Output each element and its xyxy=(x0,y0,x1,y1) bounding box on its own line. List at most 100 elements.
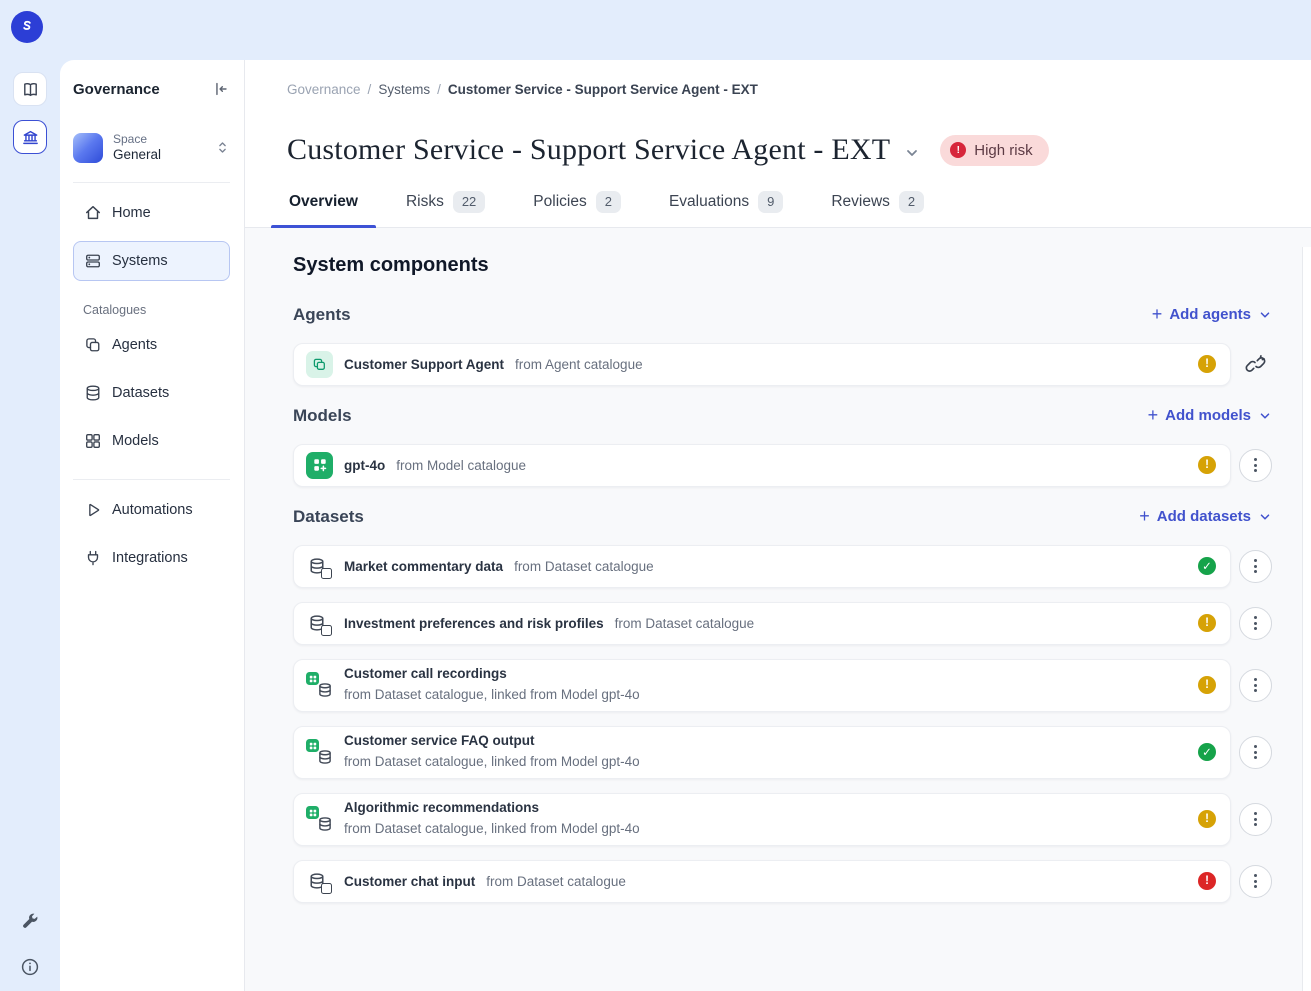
dataset-row: Investment preferences and risk profiles… xyxy=(293,602,1272,645)
divider xyxy=(73,182,230,183)
add-models-label: Add models xyxy=(1165,407,1251,424)
add-models-button[interactable]: + Add models xyxy=(1148,407,1272,424)
breadcrumb-separator: / xyxy=(437,82,441,97)
tab-overview[interactable]: Overview xyxy=(287,191,360,227)
model-card[interactable]: gpt-4o from Model catalogue xyxy=(293,444,1231,487)
sidebar-item-datasets[interactable]: Datasets xyxy=(73,373,230,413)
row-menu-button[interactable] xyxy=(1239,803,1272,836)
tab-reviews[interactable]: Reviews 2 xyxy=(829,191,926,227)
add-agents-label: Add agents xyxy=(1169,306,1251,323)
add-agents-button[interactable]: + Add agents xyxy=(1152,306,1272,323)
dataset-linked-icon xyxy=(306,739,333,765)
status-badge xyxy=(1198,557,1216,575)
content-area: System components Agents + Add agents xyxy=(245,228,1311,991)
agent-card[interactable]: Customer Support Agent from Agent catalo… xyxy=(293,343,1231,386)
app-logo[interactable] xyxy=(11,11,43,43)
dataset-row: Market commentary data from Dataset cata… xyxy=(293,545,1272,588)
dataset-card[interactable]: Customer chat input from Dataset catalog… xyxy=(293,860,1231,903)
risk-alert-icon: ! xyxy=(950,142,966,158)
tools-icon[interactable] xyxy=(20,911,40,931)
nav-label: Agents xyxy=(112,337,157,353)
catalogues-heading: Catalogues xyxy=(83,303,230,317)
dataset-icon xyxy=(306,553,333,579)
unlink-icon[interactable] xyxy=(1245,354,1266,375)
dataset-row: Customer service FAQ output from Dataset… xyxy=(293,726,1272,779)
sidebar-item-agents[interactable]: Agents xyxy=(73,325,230,365)
dataset-row: Customer call recordings from Dataset ca… xyxy=(293,659,1272,712)
chevron-down-icon[interactable] xyxy=(904,145,920,161)
component-name: Customer chat input xyxy=(344,874,475,889)
row-menu-button[interactable] xyxy=(1239,669,1272,702)
chevron-down-icon xyxy=(1258,308,1272,322)
add-datasets-label: Add datasets xyxy=(1157,508,1251,525)
chevron-down-icon xyxy=(1258,409,1272,423)
nav-label: Automations xyxy=(112,502,193,518)
bank-icon xyxy=(21,128,40,147)
dataset-row: Customer chat input from Dataset catalog… xyxy=(293,860,1272,903)
dataset-icon xyxy=(306,610,333,636)
component-source: from Agent catalogue xyxy=(515,357,643,372)
breadcrumb-governance[interactable]: Governance xyxy=(287,82,361,97)
sidebar-item-automations[interactable]: Automations xyxy=(73,490,230,530)
tab-count-badge: 22 xyxy=(453,191,485,213)
sidebar-item-systems[interactable]: Systems xyxy=(73,241,230,281)
tab-count-badge: 2 xyxy=(899,191,924,213)
collapse-sidebar-icon[interactable] xyxy=(212,80,230,98)
plus-icon: + xyxy=(1152,305,1163,323)
row-menu-button[interactable] xyxy=(1239,607,1272,640)
row-menu-button[interactable] xyxy=(1239,550,1272,583)
row-menu-button[interactable] xyxy=(1239,736,1272,769)
left-rail xyxy=(0,60,60,991)
sidebar-item-integrations[interactable]: Integrations xyxy=(73,538,230,578)
add-datasets-button[interactable]: + Add datasets xyxy=(1139,508,1272,525)
dataset-card[interactable]: Customer service FAQ output from Dataset… xyxy=(293,726,1231,779)
status-badge xyxy=(1198,810,1216,828)
chevron-updown-icon xyxy=(215,140,230,155)
sidebar-title: Governance xyxy=(73,81,160,98)
space-avatar xyxy=(73,133,103,163)
breadcrumb-systems[interactable]: Systems xyxy=(378,82,430,97)
chevron-down-icon xyxy=(1258,510,1272,524)
status-badge xyxy=(1198,676,1216,694)
component-source: from Dataset catalogue xyxy=(514,559,654,574)
sidebar-item-models[interactable]: Models xyxy=(73,421,230,461)
dataset-card[interactable]: Market commentary data from Dataset cata… xyxy=(293,545,1231,588)
systems-icon xyxy=(84,252,102,270)
copy-squares-icon xyxy=(84,336,102,354)
logo-squiggle-icon xyxy=(18,18,36,36)
component-name: Customer service FAQ output xyxy=(344,731,640,752)
scrollbar[interactable] xyxy=(1302,247,1311,991)
rail-library-button[interactable] xyxy=(13,72,47,106)
tab-policies[interactable]: Policies 2 xyxy=(531,191,623,227)
space-name: General xyxy=(113,147,161,164)
dataset-card[interactable]: Customer call recordings from Dataset ca… xyxy=(293,659,1231,712)
tab-evaluations[interactable]: Evaluations 9 xyxy=(667,191,785,227)
component-source: from Dataset catalogue xyxy=(486,874,626,889)
nav-label: Home xyxy=(112,205,151,221)
risk-label: High risk xyxy=(974,142,1032,159)
space-switcher[interactable]: Space General xyxy=(73,132,230,164)
component-name: Customer Support Agent xyxy=(344,357,504,372)
models-title: Models xyxy=(293,406,352,426)
dataset-card[interactable]: Investment preferences and risk profiles… xyxy=(293,602,1231,645)
model-row: gpt-4o from Model catalogue xyxy=(293,444,1272,487)
status-badge xyxy=(1198,872,1216,890)
tabs: Overview Risks 22 Policies 2 Evaluations… xyxy=(287,191,1271,227)
row-menu-button[interactable] xyxy=(1239,449,1272,482)
row-menu-button[interactable] xyxy=(1239,865,1272,898)
model-grid-icon xyxy=(306,452,333,479)
plug-icon xyxy=(84,549,102,567)
sidebar-item-home[interactable]: Home xyxy=(73,193,230,233)
rail-governance-button[interactable] xyxy=(13,120,47,154)
tab-label: Overview xyxy=(289,193,358,211)
component-source: from Dataset catalogue, linked from Mode… xyxy=(344,819,640,840)
plus-icon: + xyxy=(1148,406,1159,424)
dataset-linked-icon xyxy=(306,672,333,698)
tab-risks[interactable]: Risks 22 xyxy=(404,191,487,227)
info-icon[interactable] xyxy=(20,957,40,977)
dataset-card[interactable]: Algorithmic recommendations from Dataset… xyxy=(293,793,1231,846)
plus-icon: + xyxy=(1139,507,1150,525)
agents-section: Agents + Add agents xyxy=(293,305,1272,386)
nav-label: Integrations xyxy=(112,550,188,566)
nav-label: Systems xyxy=(112,253,168,269)
